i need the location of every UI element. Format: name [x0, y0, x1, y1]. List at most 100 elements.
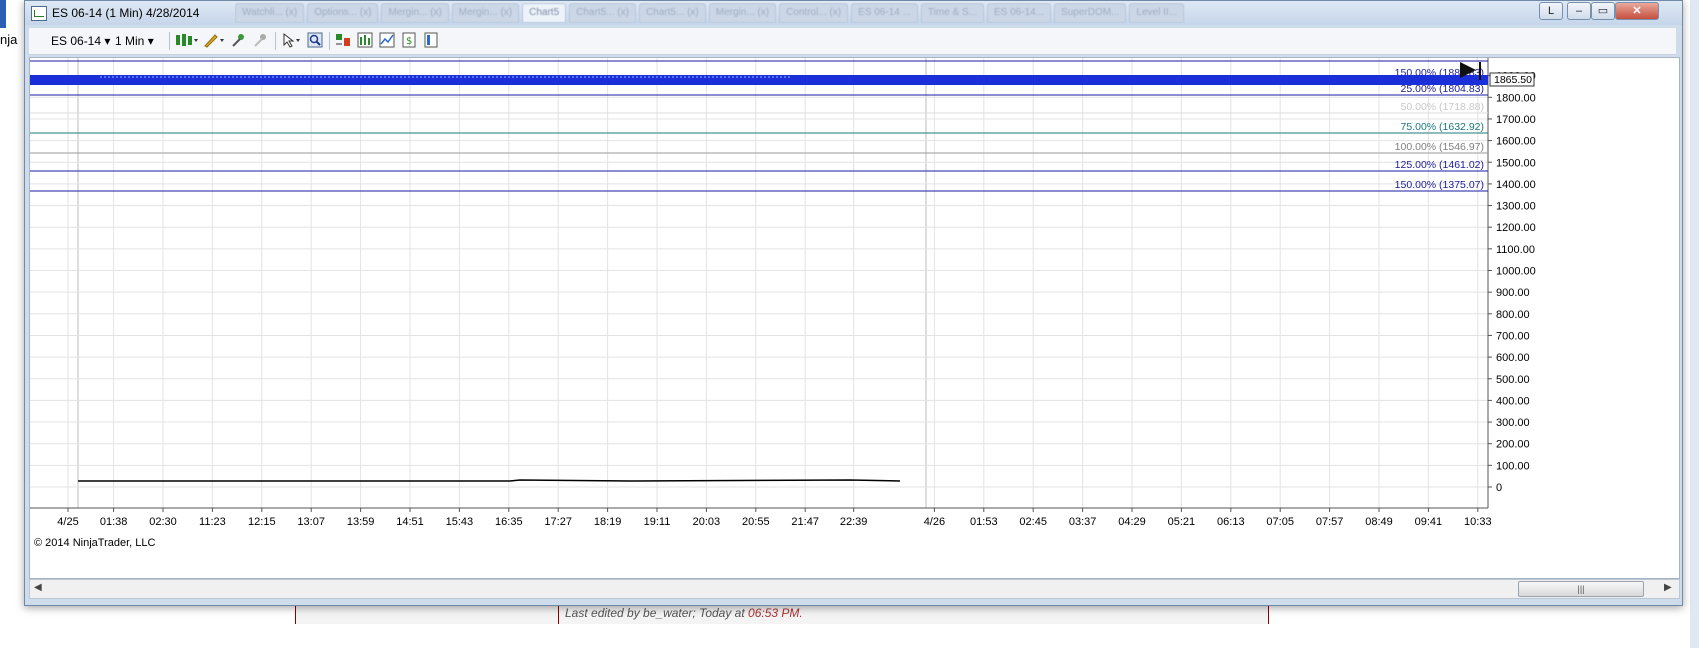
x-tick-label: 07:57 — [1316, 516, 1344, 528]
gray-pin-icon[interactable] — [253, 32, 269, 48]
interval-label: 1 Min — [115, 34, 145, 48]
interval-selector[interactable]: 1 Min ▾ — [115, 34, 154, 48]
title-bar[interactable]: ES 06-14 (1 Min) 4/28/2014 Watchli... (x… — [25, 1, 1682, 25]
y-tick-label: 1000.00 — [1496, 266, 1536, 278]
y-tick-label: 1500.00 — [1496, 157, 1536, 169]
x-tick-label: 01:38 — [100, 516, 128, 528]
performance-icon[interactable]: $ — [401, 32, 417, 48]
y-tick-label: 0 — [1496, 482, 1502, 494]
toolbar-separator — [169, 32, 170, 50]
x-tick-label: 04:29 — [1118, 516, 1146, 528]
y-tick-label: 1400.00 — [1496, 179, 1536, 191]
window-tab[interactable]: Watchli... (x) — [235, 3, 305, 23]
scroll-right-icon[interactable]: ▶ — [1664, 582, 1672, 593]
window-tab[interactable]: Chart5 — [522, 3, 567, 23]
pointer-select-icon[interactable] — [281, 32, 303, 48]
pencil-drawing-icon[interactable] — [203, 32, 225, 48]
x-tick-label: 16:35 — [495, 516, 523, 528]
window-tab[interactable]: Mergin... (x) — [708, 3, 777, 23]
x-tick-label: 4/26 — [924, 516, 945, 528]
y-tick-label: 1200.00 — [1496, 222, 1536, 234]
window-tab[interactable]: Mergin... (x) — [381, 3, 449, 23]
bar-style-icon[interactable] — [175, 32, 199, 48]
x-tick-label: 07:05 — [1266, 516, 1294, 528]
x-tick-label: 11:23 — [199, 516, 226, 528]
x-tick-label: 13:07 — [297, 516, 325, 528]
close-button[interactable]: ✕ — [1615, 2, 1659, 20]
window-tab[interactable]: Options... (x) — [307, 3, 379, 23]
price-series-line — [78, 479, 901, 482]
x-tick-label: 08:49 — [1365, 516, 1393, 528]
window-tab[interactable]: ES 06-14... — [987, 3, 1052, 23]
x-tick-label: 10:33 — [1464, 516, 1492, 528]
y-tick-label: 200.00 — [1496, 439, 1530, 451]
scrollbar-thumb[interactable]: ||| — [1518, 581, 1644, 597]
instrument-selector[interactable]: ES 06-14 ▾ — [51, 34, 110, 48]
window-tabs: Watchli... (x) Options... (x) Mergin... (x… — [235, 3, 1555, 23]
x-tick-label: 19:11 — [644, 516, 671, 528]
x-tick-label: 02:30 — [149, 516, 177, 528]
y-tick-label: 1100.00 — [1496, 244, 1535, 256]
chart-toolbar: ES 06-14 ▾ 1 Min ▾ $ — [29, 28, 1676, 55]
x-tick-label: 14:51 — [396, 516, 424, 528]
properties-icon[interactable] — [423, 32, 439, 48]
y-tick-label: 600.00 — [1496, 352, 1530, 364]
price-chart[interactable]: 4/25 01:38 02:30 11:23 12:15 13:07 13:59 14:51 1… — [29, 57, 1680, 579]
x-tick-label: 21:47 — [791, 516, 819, 528]
y-tick-label: 900.00 — [1496, 287, 1530, 299]
x-tick-label: 06:13 — [1217, 516, 1245, 528]
x-tick-label: 20:03 — [693, 516, 721, 528]
x-tick-label: 18:19 — [594, 516, 622, 528]
chart-window-icon — [31, 6, 47, 21]
background-text-fragment: nja — [0, 32, 18, 47]
y-tick-label: 300.00 — [1496, 417, 1530, 429]
last-edited-time: 06:53 PM. — [748, 606, 803, 620]
fib-level-label: 100.00% (1546.97) — [1395, 141, 1484, 153]
crosshair-pin-icon[interactable] — [231, 32, 247, 48]
x-tick-label: 17:27 — [544, 516, 572, 528]
window-tab[interactable]: SuperDOM... — [1054, 3, 1127, 23]
toolbar-separator — [275, 32, 276, 50]
window-tab[interactable]: Chart5... (x) — [569, 3, 636, 23]
horizontal-scrollbar[interactable]: ◀ ||| ▶ — [29, 579, 1680, 599]
y-tick-label: 100.00 — [1496, 460, 1530, 472]
x-tick-label: 01:53 — [970, 516, 998, 528]
y-tick-label: 700.00 — [1496, 330, 1530, 342]
fib-level-label: 50.00% (1718.88) — [1401, 101, 1484, 113]
chevron-down-icon: ▾ — [147, 34, 154, 48]
scroll-left-icon[interactable]: ◀ — [34, 582, 42, 593]
fib-level-label: 125.00% (1461.02) — [1395, 159, 1484, 171]
window-tab[interactable]: Control... (x) — [779, 3, 849, 23]
window-tab[interactable]: Mergin... (x) — [451, 3, 520, 23]
last-edited-prefix: Last edited by be_water; Today at — [565, 606, 749, 620]
y-tick-label: 1600.00 — [1496, 136, 1536, 148]
window-tab[interactable]: Time & S... — [920, 3, 984, 23]
chevron-down-icon: ▾ — [104, 34, 111, 48]
x-tick-label: 05:21 — [1168, 516, 1196, 528]
x-tick-label: 03:37 — [1069, 516, 1097, 528]
last-edited-note: Last edited by be_water; Today at 06:53 … — [565, 606, 803, 620]
y-tick-label: 500.00 — [1496, 374, 1530, 386]
x-tick-label: 12:15 — [248, 516, 276, 528]
minimize-button[interactable]: – — [1567, 2, 1591, 20]
chart-canvas: 4/25 01:38 02:30 11:23 12:15 13:07 13:59 14:51 1… — [30, 58, 1536, 528]
background-scroll-strip — [1690, 0, 1699, 648]
strategies-icon[interactable] — [379, 32, 395, 48]
price-marker-label: 1865.50 — [1494, 74, 1532, 86]
window-tab[interactable]: Chart5... (x) — [638, 3, 706, 23]
indicators-icon[interactable] — [357, 32, 373, 48]
toolbar-separator — [329, 32, 330, 50]
fib-level-label: 150.00% (1375.07) — [1395, 179, 1484, 191]
window-tab[interactable]: ES 06-14 ... — [851, 3, 918, 23]
instrument-label: ES 06-14 — [51, 34, 102, 48]
restore-button[interactable]: ▭ — [1591, 2, 1615, 20]
zoom-icon[interactable] — [307, 32, 323, 48]
link-button[interactable]: L — [1539, 2, 1563, 20]
y-tick-label: 1300.00 — [1496, 201, 1536, 213]
x-tick-label: 09:41 — [1415, 516, 1443, 528]
window-title: ES 06-14 (1 Min) 4/28/2014 — [52, 6, 200, 20]
x-tick-label: 22:39 — [840, 516, 868, 528]
data-box-icon[interactable] — [335, 32, 351, 48]
chart-window: ES 06-14 (1 Min) 4/28/2014 Watchli... (x… — [24, 0, 1683, 606]
window-tab[interactable]: Level II... — [1129, 3, 1184, 23]
